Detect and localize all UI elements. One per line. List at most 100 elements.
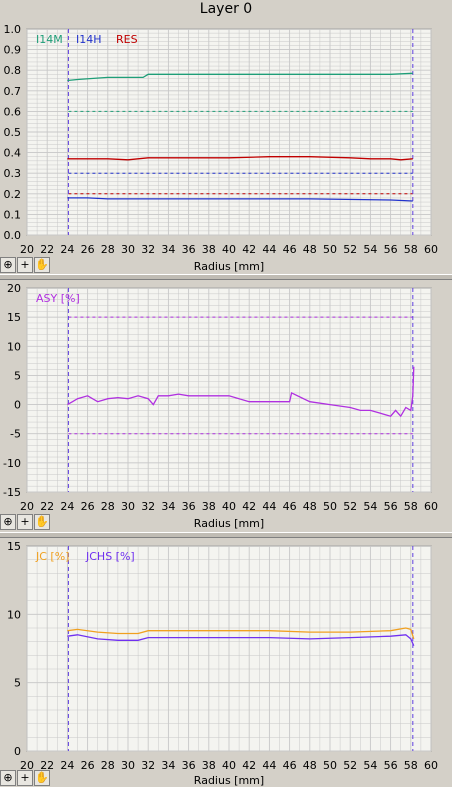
x-tick-label: 34 [161,243,175,256]
x-tick-label: 60 [424,243,438,256]
hand-pan-icon[interactable]: ✋ [34,257,50,273]
y-tick-label: 0.6 [4,105,22,118]
x-tick-label: 28 [101,759,115,772]
x-tick-label: 46 [283,500,297,513]
x-tick-label: 28 [101,500,115,513]
x-tick-label: 34 [161,500,175,513]
x-tick-label: 42 [242,759,256,772]
x-tick-label: 30 [121,759,135,772]
x-tick-label: 36 [182,243,196,256]
y-tick-label: 0.3 [4,167,22,180]
y-tick-label: 0.8 [4,64,22,77]
crosshair-icon[interactable]: + [17,514,33,530]
x-tick-label: 60 [424,500,438,513]
x-tick-label: 32 [141,500,155,513]
x-tick-label: 32 [141,243,155,256]
x-tick-label: 22 [40,500,54,513]
x-tick-label: 30 [121,243,135,256]
x-tick-label: 40 [222,759,236,772]
hand-pan-icon[interactable]: ✋ [34,770,50,786]
legend-entry: I14M [36,33,63,46]
x-tick-label: 52 [343,243,357,256]
y-tick-label: -15 [3,486,21,499]
crosshair-icon[interactable]: + [17,257,33,273]
x-tick-label: 54 [363,243,377,256]
x-tick-label: 32 [141,759,155,772]
y-tick-label: 0.1 [4,208,22,221]
x-tick-label: 24 [60,243,74,256]
x-tick-label: 46 [283,243,297,256]
y-tick-label: 5 [14,369,21,382]
y-tick-label: 0.2 [4,188,22,201]
x-tick-label: 26 [81,759,95,772]
x-tick-label: 58 [404,759,418,772]
x-tick-label: 30 [121,500,135,513]
x-tick-label: 34 [161,759,175,772]
y-tick-label: 20 [7,282,21,295]
x-tick-label: 28 [101,243,115,256]
x-tick-label: 56 [384,243,398,256]
x-tick-label: 48 [303,243,317,256]
x-tick-label: 42 [242,500,256,513]
y-tick-label: 0 [14,399,21,412]
x-tick-label: 58 [404,500,418,513]
y-tick-label: 0.9 [4,44,22,57]
chart-toolbar: ⊕ + ✋ [0,257,50,273]
hand-pan-icon[interactable]: ✋ [34,514,50,530]
chart-panel-transmission[interactable]: 0.0 0.1 0.2 0.3 0.4 0.5 0.6 0.7 0.8 0.9 1.0 20 22 24 2… [0,18,452,273]
legend-entry: JCHS [%] [85,550,135,563]
zoom-icon[interactable]: ⊕ [0,257,16,273]
chart-toolbar: ⊕ + ✋ [0,770,50,786]
x-tick-label: 52 [343,759,357,772]
x-tick-label: 50 [323,500,337,513]
x-tick-label: 46 [283,759,297,772]
chart-panel-asymmetry[interactable]: -15 -10 -5 0 5 10 15 20 20 22 24 26 28 30 32 34 36 38 40 42… [0,280,452,532]
chart-panel-jitter[interactable]: 05101520 22 24 26 28 30 32 34 36 38 40 42 44 46 48 50 52… [0,538,452,787]
x-tick-label: 48 [303,759,317,772]
x-tick-label: 42 [242,243,256,256]
y-tick-label: 0.4 [4,147,22,160]
crosshair-icon[interactable]: + [17,770,33,786]
y-tick-label: 15 [7,311,21,324]
x-tick-label: 36 [182,500,196,513]
x-tick-label: 56 [384,759,398,772]
zoom-icon[interactable]: ⊕ [0,514,16,530]
y-tick-label: 1.0 [4,23,22,36]
y-tick-label: 10 [7,340,21,353]
legend-entry: JC [%] [35,550,69,563]
x-tick-label: 38 [202,243,216,256]
x-tick-label: 26 [81,500,95,513]
x-axis-label: Radius [mm] [194,260,264,273]
y-tick-label: -5 [10,428,21,441]
chart-title: Layer 0 [199,1,253,17]
x-tick-label: 22 [40,243,54,256]
y-tick-label: 5 [14,677,21,690]
legend-entry: I14H [76,33,102,46]
zoom-icon[interactable]: ⊕ [0,770,16,786]
x-tick-label: 54 [363,759,377,772]
x-tick-label: 44 [262,243,276,256]
x-tick-label: 40 [222,500,236,513]
x-tick-label: 38 [202,500,216,513]
x-tick-label: 24 [60,500,74,513]
x-tick-label: 50 [323,759,337,772]
x-tick-label: 26 [81,243,95,256]
chart-toolbar: ⊕ + ✋ [0,514,50,530]
y-tick-label: 0 [14,745,21,758]
y-tick-label: 0.0 [4,229,22,242]
x-tick-label: 44 [262,759,276,772]
x-tick-label: 60 [424,759,438,772]
x-axis-label: Radius [mm] [194,517,264,530]
x-tick-label: 44 [262,500,276,513]
x-tick-label: 36 [182,759,196,772]
x-tick-label: 52 [343,500,357,513]
x-tick-label: 20 [20,243,34,256]
legend-entry: RES [116,33,138,46]
legend-entry: ASY [%] [36,292,80,305]
x-axis-label: Radius [mm] [194,774,264,787]
x-tick-label: 50 [323,243,337,256]
y-tick-label: 0.5 [4,126,22,139]
x-tick-label: 48 [303,500,317,513]
x-tick-label: 38 [202,759,216,772]
y-tick-label: 0.7 [4,85,22,98]
